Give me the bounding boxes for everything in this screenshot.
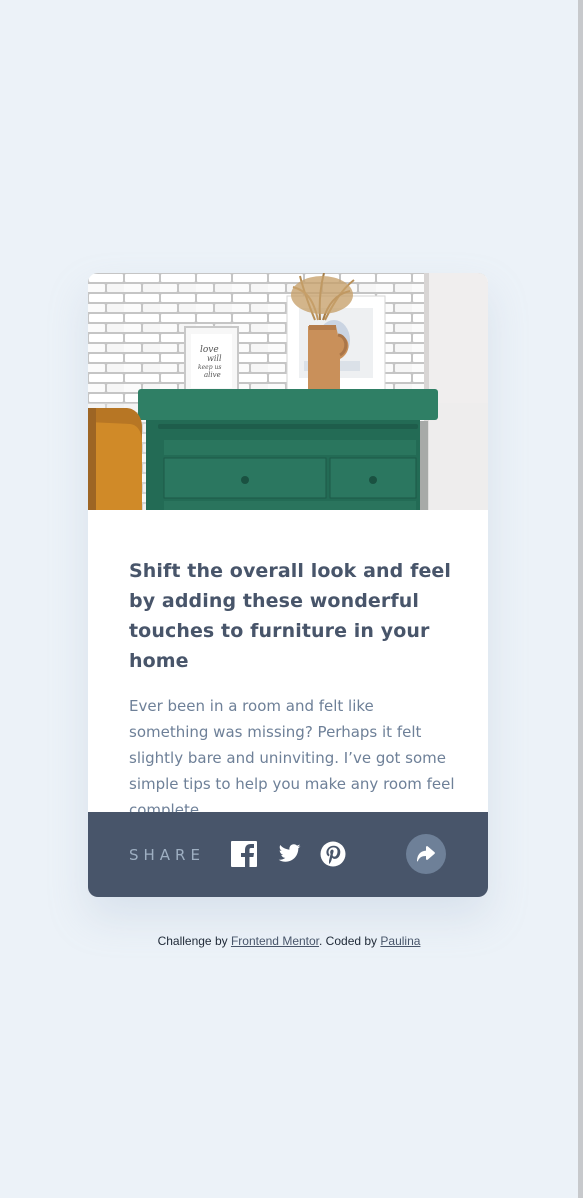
attribution: Challenge by Frontend Mentor. Coded by P… [0, 933, 578, 949]
share-button[interactable] [406, 834, 446, 874]
article-image: love will keep us alive [88, 273, 488, 510]
attribution-middle: . Coded by [319, 934, 381, 948]
article-content: Shift the overall look and feel by addin… [129, 556, 455, 823]
frame-text-2: will [207, 354, 222, 363]
article-preview-card: love will keep us alive Shift the overal… [88, 273, 488, 897]
author-link[interactable]: Paulina [380, 934, 420, 948]
article-title: Shift the overall look and feel by addin… [129, 560, 452, 672]
share-bar: SHARE [88, 812, 488, 897]
share-arrow-icon [417, 846, 435, 862]
twitter-icon[interactable] [276, 841, 302, 867]
frontend-mentor-link[interactable]: Frontend Mentor [231, 934, 319, 948]
attribution-prefix: Challenge by [157, 934, 231, 948]
share-label: SHARE [129, 846, 205, 864]
pinterest-icon[interactable] [320, 841, 346, 867]
scrollbar[interactable] [578, 0, 583, 1198]
facebook-icon[interactable] [231, 841, 257, 867]
frame-text-3: keep us [198, 364, 221, 371]
frame-text-4: alive [204, 371, 221, 379]
article-description: Ever been in a room and felt like someth… [129, 697, 455, 819]
